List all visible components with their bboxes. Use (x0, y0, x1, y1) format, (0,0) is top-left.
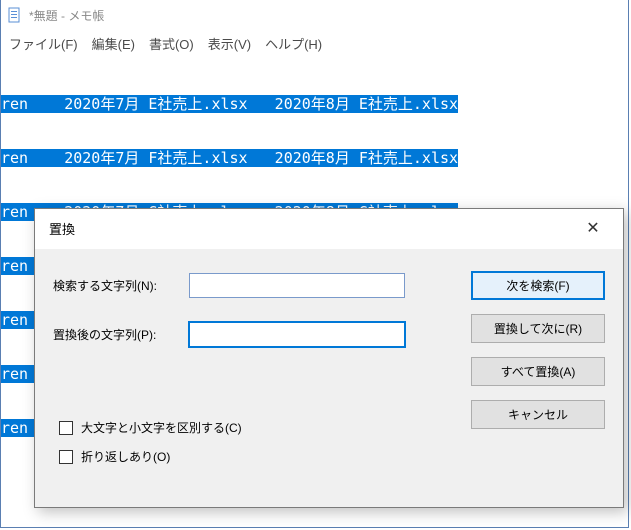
menubar: ファイル(F) 編集(E) 書式(O) 表示(V) ヘルプ(H) (1, 30, 628, 59)
find-label: 検索する文字列(N): (53, 277, 181, 294)
find-next-button[interactable]: 次を検索(F) (471, 271, 605, 300)
dialog-title-text: 置換 (49, 219, 75, 238)
replace-dialog: 置換 ✕ 検索する文字列(N): 置換後の文字列(P): 次を検索(F) 置換し… (34, 208, 624, 508)
titlebar: *無題 - メモ帳 (1, 0, 628, 30)
app-icon (7, 7, 23, 23)
dialog-body: 検索する文字列(N): 置換後の文字列(P): 次を検索(F) 置換して次に(R… (35, 249, 623, 477)
dialog-buttons: 次を検索(F) 置換して次に(R) すべて置換(A) キャンセル (471, 271, 605, 429)
match-case-label: 大文字と小文字を区別する(C) (81, 419, 242, 436)
menu-help[interactable]: ヘルプ(H) (265, 34, 322, 53)
checkbox-icon (59, 450, 73, 464)
replace-label: 置換後の文字列(P): (53, 326, 181, 343)
window-title: *無題 - メモ帳 (29, 7, 104, 24)
replace-input[interactable] (189, 322, 405, 347)
wrap-around-label: 折り返しあり(O) (81, 448, 170, 465)
editor-line: ren 2020年7月 E社売上.xlsx 2020年8月 E社売上.xlsx (1, 95, 458, 113)
close-icon[interactable]: ✕ (575, 217, 611, 239)
wrap-around-checkbox[interactable]: 折り返しあり(O) (59, 448, 605, 465)
checkbox-icon (59, 421, 73, 435)
menu-file[interactable]: ファイル(F) (9, 34, 78, 53)
find-input[interactable] (189, 273, 405, 298)
editor-line: ren 2020年7月 F社売上.xlsx 2020年8月 F社売上.xlsx (1, 149, 458, 167)
cancel-button[interactable]: キャンセル (471, 400, 605, 429)
menu-edit[interactable]: 編集(E) (92, 34, 135, 53)
replace-all-button[interactable]: すべて置換(A) (471, 357, 605, 386)
replace-button[interactable]: 置換して次に(R) (471, 314, 605, 343)
menu-format[interactable]: 書式(O) (149, 34, 194, 53)
dialog-titlebar: 置換 ✕ (35, 209, 623, 249)
menu-view[interactable]: 表示(V) (208, 34, 251, 53)
